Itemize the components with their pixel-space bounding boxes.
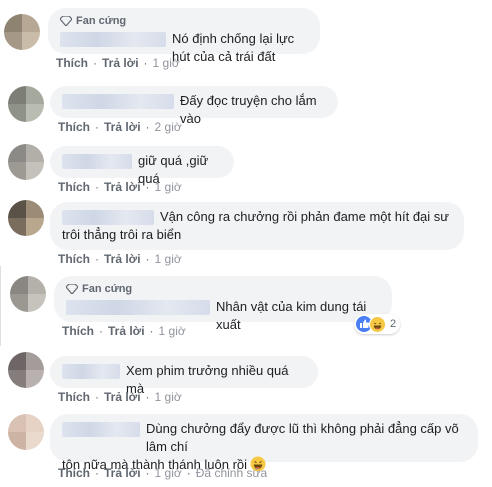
separator: · xyxy=(95,120,99,134)
like-link[interactable]: Thích xyxy=(58,252,90,266)
comment-actions: Thích · Trả lời · 1 giờ · Đã chỉnh sửa xyxy=(58,466,267,480)
avatar[interactable] xyxy=(10,276,46,312)
separator: · xyxy=(186,466,191,480)
reaction-summary[interactable]: 2 xyxy=(354,314,401,334)
reply-link[interactable]: Trả lời xyxy=(108,324,145,338)
commenter-name[interactable] xyxy=(60,32,166,47)
comment-actions: Thích · Trả lời · 1 giờ xyxy=(58,180,182,194)
comment-actions: Thích · Trả lời · 1 giờ xyxy=(58,390,182,404)
reply-link[interactable]: Trả lời xyxy=(104,466,141,480)
separator: · xyxy=(93,56,97,70)
comment-bubble: Đấy đọc truyện cho lắm vào xyxy=(50,86,338,126)
reply-link[interactable]: Trả lời xyxy=(104,390,141,404)
like-link[interactable]: Thích xyxy=(58,390,90,404)
comment-actions: Thích · Trả lời · 1 giờ xyxy=(56,56,180,70)
reaction-count: 2 xyxy=(390,318,397,330)
separator: · xyxy=(145,252,150,266)
comment-text-line-1: Vận công ra chưởng rồi phản đame một hít… xyxy=(160,209,449,224)
comment-bubble: Dùng chưởng đẩy được lũ thì không phải đ… xyxy=(50,414,478,472)
reply-link[interactable]: Trả lời xyxy=(104,252,141,266)
avatar[interactable] xyxy=(8,200,44,236)
comment-bubble: giữ quá ,giữ quá xyxy=(50,146,234,186)
separator: · xyxy=(95,466,99,480)
separator: · xyxy=(143,56,148,70)
like-link[interactable]: Thích xyxy=(58,466,90,480)
comment-bubble: Fan cứng Nó định chống lại lực hút của c… xyxy=(48,8,320,64)
timestamp[interactable]: 1 giờ xyxy=(155,252,182,266)
commenter-name[interactable] xyxy=(62,94,174,109)
avatar[interactable] xyxy=(8,352,44,388)
separator: · xyxy=(145,120,150,134)
thread-divider xyxy=(0,266,1,346)
diamond-icon xyxy=(66,284,78,294)
comment-text-line-2: trôi thẳng trôi ra biển xyxy=(62,227,182,242)
fan-badge: Fan cứng xyxy=(66,282,380,296)
avatar[interactable] xyxy=(8,414,44,450)
comment-text-line-1: Dùng chưởng đẩy được lũ thì không phải đ… xyxy=(146,421,459,454)
avatar[interactable] xyxy=(4,14,40,50)
comment-actions: Thích · Trả lời · 1 giờ xyxy=(58,252,182,266)
separator: · xyxy=(95,252,99,266)
timestamp[interactable]: 1 giờ xyxy=(155,390,182,404)
avatar[interactable] xyxy=(8,86,44,122)
separator: · xyxy=(145,180,150,194)
comment-actions: Thích · Trả lời · 2 giờ xyxy=(58,120,182,134)
reply-link[interactable]: Trả lời xyxy=(104,120,141,134)
like-link[interactable]: Thích xyxy=(56,56,88,70)
commenter-name[interactable] xyxy=(62,422,140,437)
separator: · xyxy=(95,180,99,194)
timestamp[interactable]: 1 giờ xyxy=(155,180,182,194)
separator: · xyxy=(99,324,103,338)
edited-label[interactable]: Đã chỉnh sửa xyxy=(196,466,267,480)
timestamp[interactable]: 1 giờ xyxy=(153,56,180,70)
like-link[interactable]: Thích xyxy=(62,324,94,338)
like-link[interactable]: Thích xyxy=(58,120,90,134)
comment-bubble: Fan cứng Nhân vật của kim dung tái xuất xyxy=(54,276,392,332)
timestamp[interactable]: 1 giờ xyxy=(155,466,182,480)
comment-actions: Thích · Trả lời · 1 giờ xyxy=(62,324,186,338)
diamond-icon xyxy=(60,16,72,26)
separator: · xyxy=(145,466,150,480)
comment-bubble: Xem phim trưởng nhiều quá mà xyxy=(50,356,318,396)
comment-text: Đấy đọc truyện cho lắm vào xyxy=(180,93,317,126)
haha-icon xyxy=(369,315,386,333)
reply-link[interactable]: Trả lời xyxy=(104,180,141,194)
fan-badge: Fan cứng xyxy=(60,14,308,28)
separator: · xyxy=(95,390,99,404)
commenter-name[interactable] xyxy=(62,210,154,225)
fan-badge-label: Fan cứng xyxy=(82,283,133,295)
fan-badge-label: Fan cứng xyxy=(76,15,127,27)
avatar[interactable] xyxy=(8,144,44,180)
commenter-name[interactable] xyxy=(62,364,120,379)
timestamp[interactable]: 2 giờ xyxy=(155,120,182,134)
comment-bubble: Vận công ra chưởng rồi phản đame một hít… xyxy=(50,202,464,250)
comment-text: Nó định chống lại lực hút của cả trái đấ… xyxy=(172,31,295,64)
commenter-name[interactable] xyxy=(66,300,210,315)
like-link[interactable]: Thích xyxy=(58,180,90,194)
timestamp[interactable]: 1 giờ xyxy=(159,324,186,338)
separator: · xyxy=(149,324,154,338)
commenter-name[interactable] xyxy=(62,154,132,169)
separator: · xyxy=(145,390,150,404)
reply-link[interactable]: Trả lời xyxy=(102,56,139,70)
